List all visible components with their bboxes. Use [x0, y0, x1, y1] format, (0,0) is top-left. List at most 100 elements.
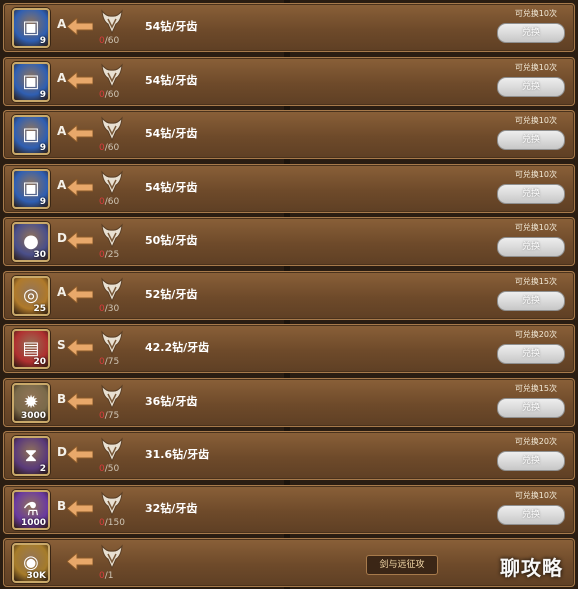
progress-text: 0/60 — [99, 196, 120, 207]
price-label: 54钻/牙齿 — [145, 180, 198, 194]
progress-text: 0/1 — [99, 571, 114, 581]
price-label: 52钻/牙齿 — [145, 287, 198, 301]
exchange-button[interactable]: 兑换 — [497, 130, 565, 150]
grade-label: A — [57, 124, 67, 138]
item-count: 9 — [39, 143, 46, 153]
tooth-emblem-icon — [99, 221, 125, 249]
grade-label: B — [57, 391, 67, 406]
gold-ring-icon[interactable]: ◎ 25 — [12, 275, 50, 316]
silver-orb-icon[interactable]: ● 30 — [12, 222, 50, 262]
item-glyph: ◉ — [23, 552, 39, 573]
item-glyph: ▣ — [22, 177, 40, 199]
item-glyph: ● — [23, 231, 39, 252]
exchange-limit: 可兑换10次 — [514, 169, 557, 179]
progress-text: 0/75 — [99, 410, 120, 421]
right-exchange-row: ◎ 25 A 0/30 52钻/牙齿 可兑换15次 兑换 — [3, 270, 575, 320]
tooth-emblem-icon — [99, 328, 125, 356]
item-count: 3000 — [20, 410, 46, 421]
arrow-left-icon — [66, 551, 94, 572]
progress-text: 0/75 — [99, 357, 120, 367]
right-exchange-row: ⧗ 2 D 0/50 31.6钻/牙齿 可兑换20次 兑换 — [3, 431, 575, 480]
arrow-left-icon — [66, 444, 94, 465]
price-label: 54钻/牙齿 — [145, 73, 198, 87]
purple-potion-icon[interactable]: ⚗ 1000 — [12, 489, 50, 530]
blue-card-icon[interactable]: ▣ 9 — [12, 168, 50, 209]
tooth-emblem-icon — [99, 7, 125, 35]
gold-coin-icon[interactable]: ◉ 30K — [12, 543, 50, 583]
right-exchange-row: ✹ 3000 B 0/75 36钻/牙齿 可兑换15次兑换 — [3, 377, 575, 427]
price-label: 32钻/牙齿 — [145, 501, 198, 515]
item-glyph: ◎ — [23, 284, 39, 306]
price-label: 54钻/牙齿 — [145, 20, 198, 33]
arrow-left-icon — [66, 177, 94, 197]
exchange-limit: 可兑换10次 — [514, 490, 557, 500]
exchange-limit: 可兑换20次 — [514, 330, 557, 339]
exchange-button[interactable]: 兑换 — [497, 344, 565, 364]
item-count: 1000 — [20, 517, 46, 528]
exchange-limit: 可兑换10次 — [514, 9, 557, 18]
arrow-left-icon — [66, 391, 94, 411]
blue-card-icon[interactable]: ▣ 9 — [12, 8, 50, 48]
tooth-emblem-icon — [99, 489, 125, 517]
arrow-left-icon — [66, 230, 94, 251]
tooth-emblem-icon — [99, 61, 125, 89]
tooth-emblem-icon — [99, 275, 125, 303]
red-chest-icon[interactable]: ▤ 20 — [12, 329, 50, 369]
arrow-left-icon — [66, 70, 94, 90]
right-exchange-row: ▣ 9 A 0/60 54钻/牙齿 可兑换10次 兑换 — [3, 3, 575, 52]
item-glyph: ⧗ — [24, 445, 38, 466]
grade-label: A — [57, 177, 67, 192]
price-label: 54钻/牙齿 — [145, 127, 198, 140]
item-count: 30 — [33, 250, 46, 260]
exchange-limit: 可兑换15次 — [514, 383, 557, 393]
tooth-emblem-icon — [99, 435, 125, 463]
item-count: 9 — [39, 196, 46, 207]
grade-label: S — [57, 338, 66, 352]
price-label: 36钻/牙齿 — [145, 394, 198, 408]
tooth-emblem-icon — [99, 114, 125, 142]
exchange-button[interactable]: 兑换 — [497, 23, 565, 43]
exchange-button[interactable]: 兑换 — [497, 183, 565, 204]
right-exchange-row: ▣ 9 A 0/60 54钻/牙齿 可兑换10次 兑换 — [3, 163, 575, 213]
progress-text: 0/150 — [99, 517, 125, 528]
arrow-left-icon — [66, 498, 94, 518]
grade-label: B — [57, 498, 67, 513]
exchange-limit: 可兑换10次 — [514, 223, 557, 232]
arrow-left-icon — [66, 337, 94, 358]
exchange-limit: 可兑换10次 — [514, 62, 557, 72]
tooth-emblem-icon — [99, 168, 125, 196]
item-glyph: ▣ — [22, 70, 40, 92]
progress-text: 0/30 — [99, 303, 120, 314]
progress-text: 0/50 — [99, 464, 120, 474]
tooth-emblem-icon — [99, 382, 125, 410]
item-count: 20 — [33, 357, 46, 367]
progress-text: 0/60 — [99, 36, 120, 46]
arrow-left-icon — [66, 16, 94, 37]
right-exchange-row: ◉ 30K 0/1 — [3, 538, 575, 587]
exchange-button[interactable]: 兑换 — [497, 290, 565, 311]
hourglass-icon[interactable]: ⧗ 2 — [12, 436, 50, 476]
exchange-button[interactable]: 兑换 — [497, 76, 565, 97]
tooltip-banner: 剑与远征攻 — [366, 555, 438, 575]
progress-text: 0/60 — [99, 143, 120, 153]
right-exchange-row: ▣ 9 A 0/60 54钻/牙齿 可兑换10次兑换 — [3, 110, 575, 159]
progress-text: 0/60 — [99, 89, 120, 100]
right-exchange-row: ⚗ 1000 B 0/150 32钻/牙齿 可兑换10次兑换 — [3, 484, 575, 534]
exchange-limit: 可兑换15次 — [514, 276, 557, 286]
grade-label: D — [57, 445, 67, 459]
exchange-button[interactable]: 兑换 — [497, 237, 565, 257]
exchange-button[interactable]: 兑换 — [497, 504, 565, 525]
item-count: 2 — [39, 464, 46, 474]
grade-label: A — [57, 70, 67, 85]
price-label: 50钻/牙齿 — [145, 234, 198, 247]
gear-coin-icon[interactable]: ✹ 3000 — [12, 382, 50, 423]
arrow-left-icon — [66, 284, 94, 304]
price-label: 42.2钻/牙齿 — [145, 341, 210, 354]
item-glyph: ⚗ — [22, 498, 40, 520]
exchange-button[interactable]: 兑换 — [497, 451, 565, 471]
blue-card-icon[interactable]: ▣ 9 — [12, 115, 50, 155]
exchange-limit: 可兑换10次 — [514, 116, 557, 125]
exchange-button[interactable]: 兑换 — [497, 397, 565, 418]
progress-text: 0/25 — [99, 250, 120, 260]
blue-card-icon[interactable]: ▣ 9 — [12, 61, 50, 102]
